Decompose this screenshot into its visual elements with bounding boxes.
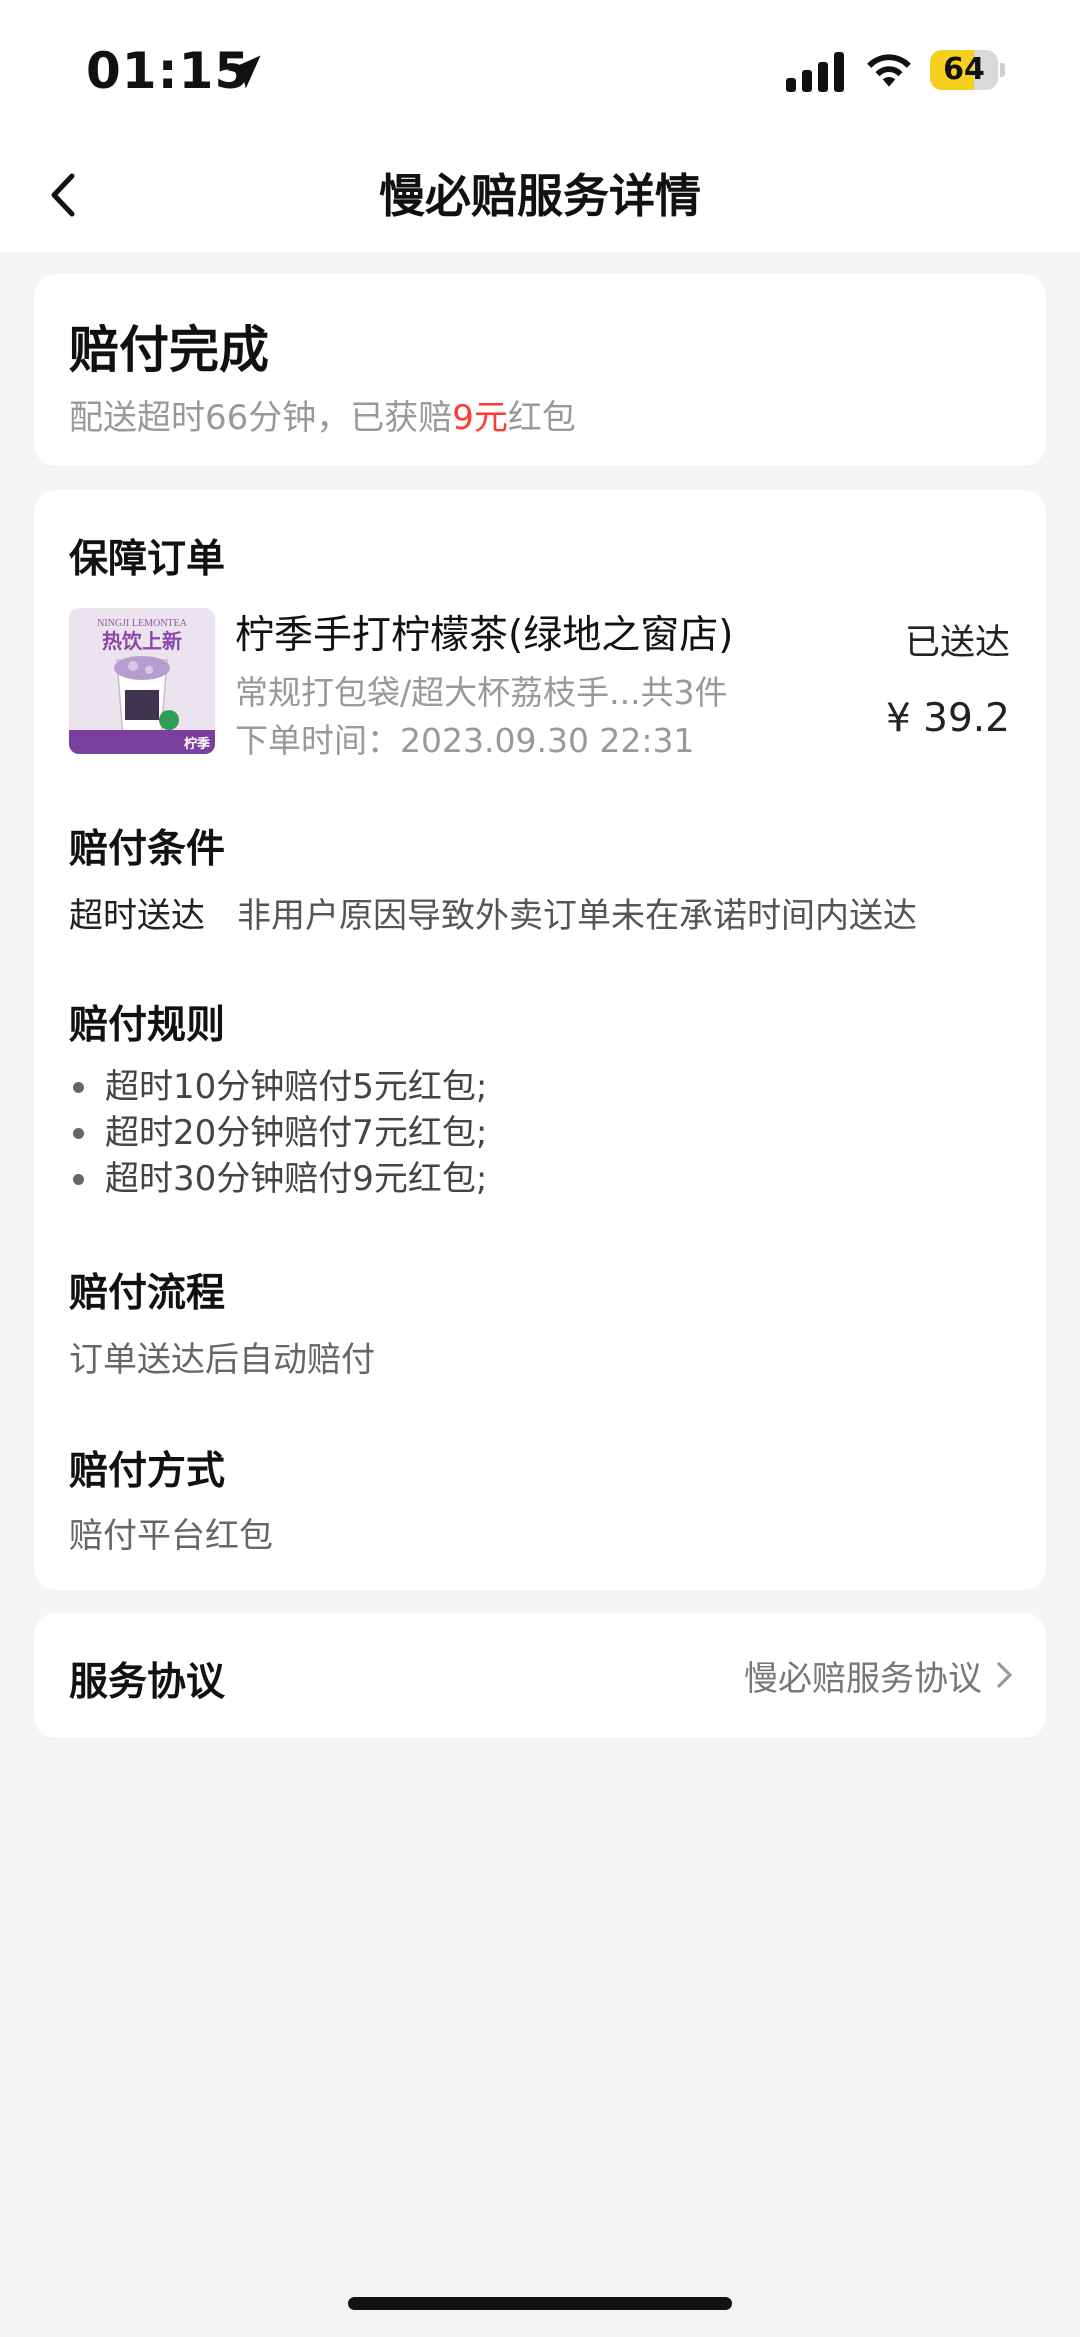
battery-icon: 64 bbox=[930, 50, 1006, 90]
wifi-icon bbox=[867, 54, 911, 87]
order-time: 下单时间：2023.09.30 22:31 bbox=[235, 721, 695, 760]
status-bar: 01:15 64 bbox=[0, 0, 1080, 140]
order-section-title: 保障订单 bbox=[69, 537, 226, 582]
condition-text: 非用户原因导致外卖订单未在承诺时间内送达 bbox=[237, 896, 917, 936]
process-section-title: 赔付流程 bbox=[69, 1271, 226, 1316]
order-item-thumbnail[interactable]: NINGJI LEMONTEA 热饮上新 柠季 bbox=[69, 608, 215, 754]
back-button[interactable] bbox=[30, 160, 100, 230]
chevron-right-icon[interactable] bbox=[990, 1655, 1018, 1695]
service-agreement-card: 服务协议 慢必赔服务协议 bbox=[34, 1613, 1046, 1738]
condition-row: 超时送达 非用户原因导致外卖订单未在承诺时间内送达 bbox=[69, 888, 917, 937]
battery-percent: 64 bbox=[943, 52, 985, 87]
order-items-summary: 常规打包袋/超大杯荔枝手...共3件 bbox=[235, 673, 728, 712]
order-status-badge: 已送达 bbox=[904, 623, 1010, 663]
order-price: ¥ 39.2 bbox=[885, 696, 1010, 741]
agreement-link-label[interactable]: 慢必赔服务协议 bbox=[744, 1651, 982, 1700]
battery-cap bbox=[1000, 63, 1005, 77]
service-details-card: 保障订单 NINGJI LEMONTEA 热饮上新 柠季 柠季手打柠檬茶(绿地之… bbox=[34, 490, 1046, 1590]
page-title: 慢必赔服务详情 bbox=[379, 169, 701, 223]
rules-section-title: 赔付规则 bbox=[69, 1003, 226, 1048]
conditions-section-title: 赔付条件 bbox=[69, 827, 226, 872]
status-desc-prefix: 配送超时66分钟，已获赔 bbox=[69, 398, 453, 438]
agreement-section-title: 服务协议 bbox=[69, 1660, 226, 1705]
method-section-title: 赔付方式 bbox=[69, 1449, 226, 1494]
shop-name[interactable]: 柠季手打柠檬茶(绿地之窗店) bbox=[235, 604, 733, 660]
agreement-link[interactable]: 慢必赔服务协议 bbox=[744, 1647, 1018, 1703]
location-arrow-icon bbox=[227, 55, 261, 89]
cellular-signal-icon bbox=[786, 52, 844, 92]
compensation-status-card: 赔付完成 配送超时66分钟，已获赔9元红包 bbox=[34, 274, 1046, 466]
compensation-status-title: 赔付完成 bbox=[69, 321, 269, 379]
thumb-headline: 热饮上新 bbox=[102, 629, 182, 653]
product-image: NINGJI LEMONTEA 热饮上新 柠季 bbox=[69, 608, 215, 754]
compensation-amount: 9元 bbox=[452, 398, 508, 438]
rule-item: 超时30分钟赔付9元红包; bbox=[69, 1156, 487, 1202]
battery-body: 64 bbox=[930, 50, 998, 90]
rule-item: 超时20分钟赔付7元红包; bbox=[69, 1110, 487, 1156]
condition-label: 超时送达 bbox=[69, 896, 205, 936]
thumb-brand-en: NINGJI LEMONTEA bbox=[97, 618, 187, 629]
compensation-status-desc: 配送超时66分钟，已获赔9元红包 bbox=[69, 390, 576, 439]
method-text: 赔付平台红包 bbox=[69, 1516, 273, 1556]
thumb-brand-cn: 柠季 bbox=[184, 736, 210, 752]
nav-bar: 慢必赔服务详情 bbox=[0, 140, 1080, 252]
home-indicator[interactable] bbox=[348, 2297, 732, 2310]
rules-list: 超时10分钟赔付5元红包; 超时20分钟赔付7元红包; 超时30分钟赔付9元红包… bbox=[69, 1064, 487, 1202]
process-text: 订单送达后自动赔付 bbox=[69, 1340, 375, 1380]
status-desc-suffix: 红包 bbox=[507, 398, 576, 438]
rule-item: 超时10分钟赔付5元红包; bbox=[69, 1064, 487, 1110]
chevron-left-icon bbox=[51, 173, 75, 217]
